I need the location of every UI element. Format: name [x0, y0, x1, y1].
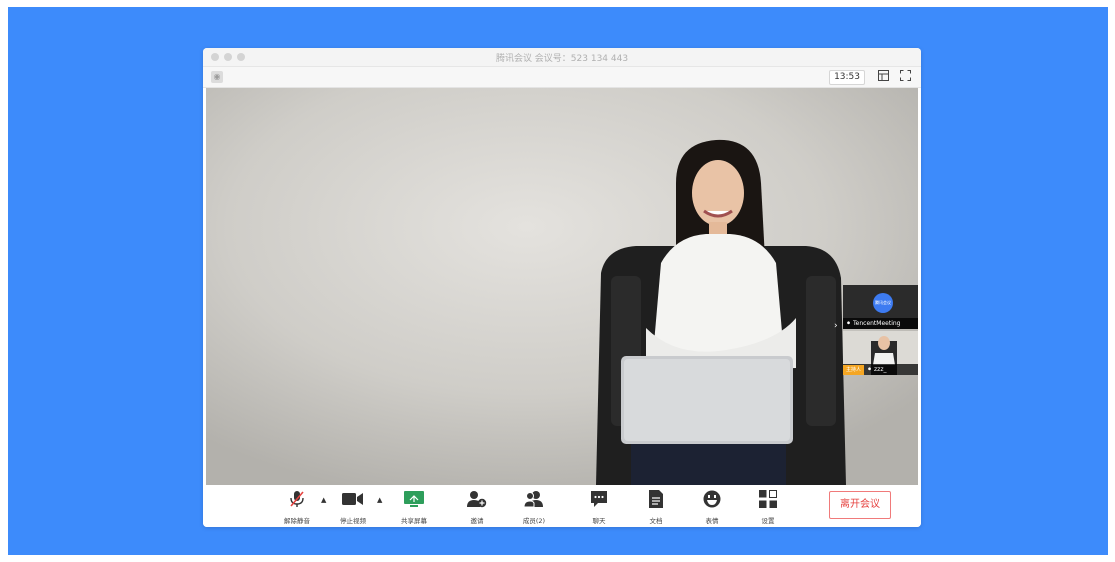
stop-video-button[interactable]: 停止视频 [328, 489, 378, 525]
share-screen-icon [389, 489, 439, 509]
mic-icon: ⚫ [846, 320, 852, 327]
chat-label: 聊天 [592, 517, 606, 525]
mic-icon: ⚫ [867, 366, 873, 373]
chat-button[interactable]: 聊天 [574, 489, 624, 525]
participant-tile[interactable]: 腾讯会议 ⚫ TencentMeeting [843, 285, 918, 329]
top-info-bar: ◉ 13:53 [203, 67, 921, 88]
invite-icon [452, 489, 502, 509]
stop-video-label: 停止视频 [340, 517, 366, 525]
security-icon[interactable]: ◉ [211, 71, 223, 83]
meeting-window: 腾讯会议 会议号：523 134 443 ◉ 13:53 › 腾讯会议 ⚫ Te… [203, 48, 921, 527]
collapse-thumbnails-icon[interactable]: › [834, 321, 838, 331]
muted-mic-icon [272, 489, 322, 509]
leave-meeting-button[interactable]: 离开会议 [829, 491, 891, 519]
title-bar: 腾讯会议 会议号：523 134 443 [203, 48, 921, 67]
members-icon [509, 489, 559, 509]
main-video: › 腾讯会议 ⚫ TencentMeeting 主持人 ⚫ zzz_ [206, 88, 918, 485]
settings-label: 设置 [761, 517, 775, 525]
participant-thumbnails: 腾讯会议 ⚫ TencentMeeting 主持人 ⚫ zzz_ [843, 285, 918, 375]
docs-label: 文档 [649, 517, 663, 525]
settings-button[interactable]: 设置 [743, 489, 793, 525]
bottom-toolbar: 解除静音 ▲ 停止视频 ▲ 共享屏幕 邀请 成员(2) 聊天 文档 表情 设置 … [203, 485, 921, 527]
share-screen-button[interactable]: 共享屏幕 [389, 489, 439, 525]
emoji-label: 表情 [705, 517, 719, 525]
layout-icon[interactable] [877, 70, 889, 82]
members-label: 成员(2) [522, 517, 546, 525]
invite-label: 邀请 [470, 517, 484, 525]
meeting-timer: 13:53 [829, 70, 865, 85]
video-options-caret[interactable]: ▲ [377, 496, 382, 504]
audio-options-caret[interactable]: ▲ [321, 496, 326, 504]
share-screen-label: 共享屏幕 [401, 517, 427, 525]
invite-button[interactable]: 邀请 [452, 489, 502, 525]
participant-tile[interactable]: 主持人 ⚫ zzz_ [843, 331, 918, 375]
unmute-label: 解除静音 [284, 517, 310, 525]
participant-label: ⚫ TencentMeeting [843, 318, 918, 329]
host-badge: 主持人 [843, 365, 865, 375]
tencent-meeting-logo: 腾讯会议 [873, 293, 893, 313]
chat-icon [574, 489, 624, 509]
video-camera-icon [328, 489, 378, 509]
fullscreen-icon[interactable] [899, 70, 911, 82]
document-icon [631, 489, 681, 509]
window-title: 腾讯会议 会议号：523 134 443 [495, 54, 629, 64]
participant-name: zzz_ [874, 366, 887, 373]
members-button[interactable]: 成员(2) [509, 489, 559, 525]
emoji-button[interactable]: 表情 [687, 489, 737, 525]
emoji-icon [687, 489, 737, 509]
speaker-video-image [206, 88, 918, 485]
settings-icon [743, 489, 793, 509]
docs-button[interactable]: 文档 [631, 489, 681, 525]
participant-label: 主持人 ⚫ zzz_ [843, 364, 918, 375]
unmute-button[interactable]: 解除静音 [272, 489, 322, 525]
participant-name: TencentMeeting [853, 320, 901, 327]
